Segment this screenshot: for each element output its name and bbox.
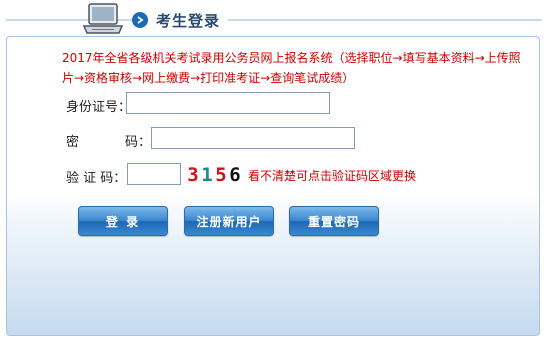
id-number-label: 身份证号： xyxy=(66,100,132,115)
captcha-label: 验 证 码： xyxy=(66,171,127,186)
captcha-char: 1 xyxy=(201,164,213,186)
registration-notice: 2017年全省各级机关考试录用公务员网上报名系统（选择职位→填写基本资料→上传照… xyxy=(62,51,521,85)
laptop-icon xyxy=(82,3,124,34)
captcha-input[interactable] xyxy=(127,163,181,185)
section-header: 考生登录 xyxy=(132,8,229,32)
password-label-first-char: 密 xyxy=(66,135,80,150)
password-input[interactable] xyxy=(151,127,355,149)
password-label: 码： xyxy=(125,135,152,150)
captcha-image[interactable]: 3 1 5 6 xyxy=(186,162,242,188)
reset-password-button[interactable]: 重置密码 xyxy=(289,206,379,236)
page-title: 考生登录 xyxy=(156,11,221,30)
captcha-char: 3 xyxy=(187,164,199,186)
login-button[interactable]: 登 录 xyxy=(78,206,168,236)
captcha-char: 6 xyxy=(229,164,241,186)
register-button[interactable]: 注册新用户 xyxy=(184,206,274,236)
captcha-refresh-hint[interactable]: 看不清楚可点击验证码区域更换 xyxy=(248,167,416,184)
chevron-right-icon xyxy=(132,12,148,28)
id-number-input[interactable] xyxy=(126,92,330,114)
captcha-char: 5 xyxy=(215,164,227,186)
